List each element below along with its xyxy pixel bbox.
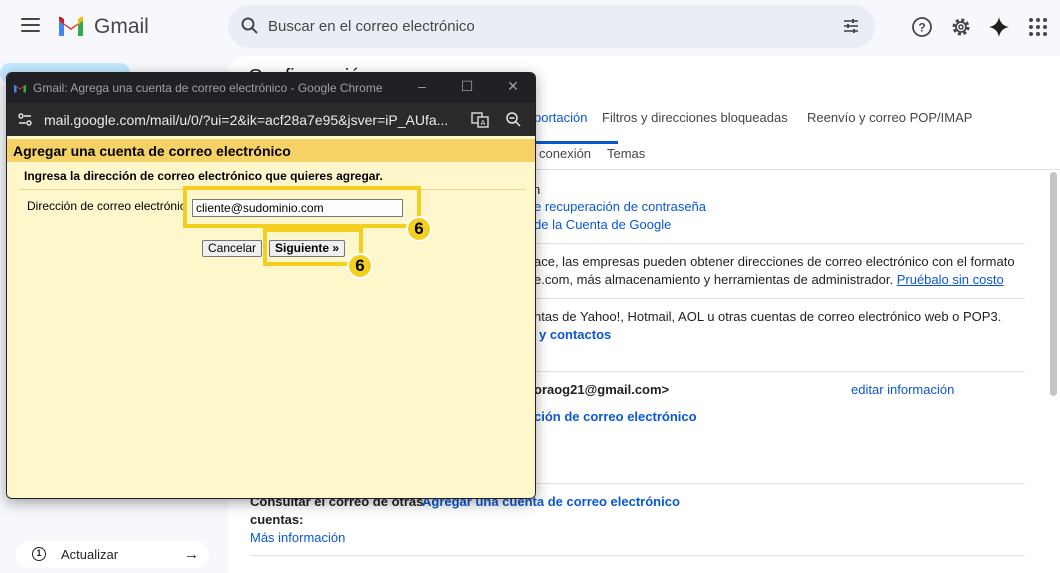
step-badge: 6 <box>406 216 432 242</box>
password-recovery-link[interactable]: e recuperación de contraseña <box>534 199 706 214</box>
tab-offline[interactable]: conexión <box>539 146 591 161</box>
import-text: ntas de Yahoo!, Hotmail, AOL u otras cue… <box>534 309 1002 324</box>
scrollbar[interactable] <box>1050 172 1057 396</box>
maximize-icon[interactable]: ☐ <box>459 78 475 95</box>
try-free-link[interactable]: Pruébalo sin costo <box>897 272 1004 287</box>
tab-accounts[interactable]: portación <box>534 110 587 125</box>
gmail-wordmark: Gmail <box>94 15 149 38</box>
address-bar: mail.google.com/mail/u/0/?ui=2&ik=acf28a… <box>7 103 535 136</box>
email-label: Dirección de correo electrónico: <box>27 199 185 213</box>
tab-filters[interactable]: Filtros y direcciones bloqueadas <box>602 110 788 125</box>
update-count-badge: 1 <box>32 547 46 561</box>
import-contacts-link[interactable]: y contactos <box>539 327 611 342</box>
main-menu-icon[interactable] <box>21 18 40 32</box>
help-icon[interactable]: ? <box>911 16 933 38</box>
window-titlebar[interactable]: Gmail: Agrega una cuenta de correo elect… <box>7 73 535 103</box>
gmail-header: Gmail Buscar en el correo electrónico ? <box>0 0 1060 54</box>
site-info-icon[interactable] <box>17 112 33 128</box>
gemini-sparkle-icon[interactable] <box>988 16 1010 38</box>
check-mail-label-2: cuentas: <box>250 512 304 527</box>
svg-text:?: ? <box>918 21 925 35</box>
popup-heading-bar: Agregar una cuenta de correo electrónico <box>7 139 535 162</box>
edit-info-link[interactable]: editar información <box>851 382 954 397</box>
gmail-favicon <box>14 84 26 93</box>
step-badge: 6 <box>347 253 373 279</box>
zoom-out-icon[interactable] <box>505 111 522 128</box>
translate-icon[interactable]: A <box>471 111 489 129</box>
svg-text:A: A <box>481 120 486 127</box>
workspace-text: ace, las empresas pueden obtener direcci… <box>534 254 1015 269</box>
tab-themes[interactable]: Temas <box>607 146 645 161</box>
active-tab-indicator <box>528 141 618 144</box>
send-as-address: oraog21@gmail.com> <box>534 382 670 397</box>
cancel-button[interactable]: Cancelar <box>202 240 263 257</box>
apps-grid-icon[interactable] <box>1027 16 1049 38</box>
add-account-popup-window: Gmail: Agrega una cuenta de correo elect… <box>6 72 536 499</box>
popup-heading: Agregar una cuenta de correo electrónico <box>13 143 291 159</box>
popup-instruction: Ingresa la dirección de correo electróni… <box>24 169 383 183</box>
arrow-right-icon: → <box>184 546 199 563</box>
update-label: Actualizar <box>61 547 119 562</box>
url-field[interactable]: mail.google.com/mail/u/0/?ui=2&ik=acf28a… <box>44 112 448 128</box>
window-title: Gmail: Agrega una cuenta de correo elect… <box>33 81 383 95</box>
tab-forwarding[interactable]: Reenvío y correo POP/IMAP <box>807 110 972 125</box>
minimize-icon[interactable]: – <box>414 78 430 94</box>
more-info-link[interactable]: Más información <box>250 530 345 545</box>
gmail-logo[interactable] <box>57 15 85 37</box>
search-icon[interactable] <box>240 16 260 36</box>
update-button[interactable]: 1 Actualizar → <box>16 541 209 568</box>
search-input[interactable]: Buscar en el correo electrónico <box>268 18 475 35</box>
search-bar[interactable]: Buscar en el correo electrónico <box>228 5 875 48</box>
workspace-text-2: e.com, más almacenamiento y herramientas… <box>534 272 1004 287</box>
email-field-highlight <box>183 186 421 228</box>
add-address-link[interactable]: ción de correo electrónico <box>534 409 697 424</box>
close-icon[interactable]: ✕ <box>505 78 521 95</box>
divider <box>250 555 1025 556</box>
settings-gear-icon[interactable] <box>950 16 972 38</box>
search-options-icon[interactable] <box>841 16 861 36</box>
google-account-link[interactable]: de la Cuenta de Google <box>534 217 671 232</box>
